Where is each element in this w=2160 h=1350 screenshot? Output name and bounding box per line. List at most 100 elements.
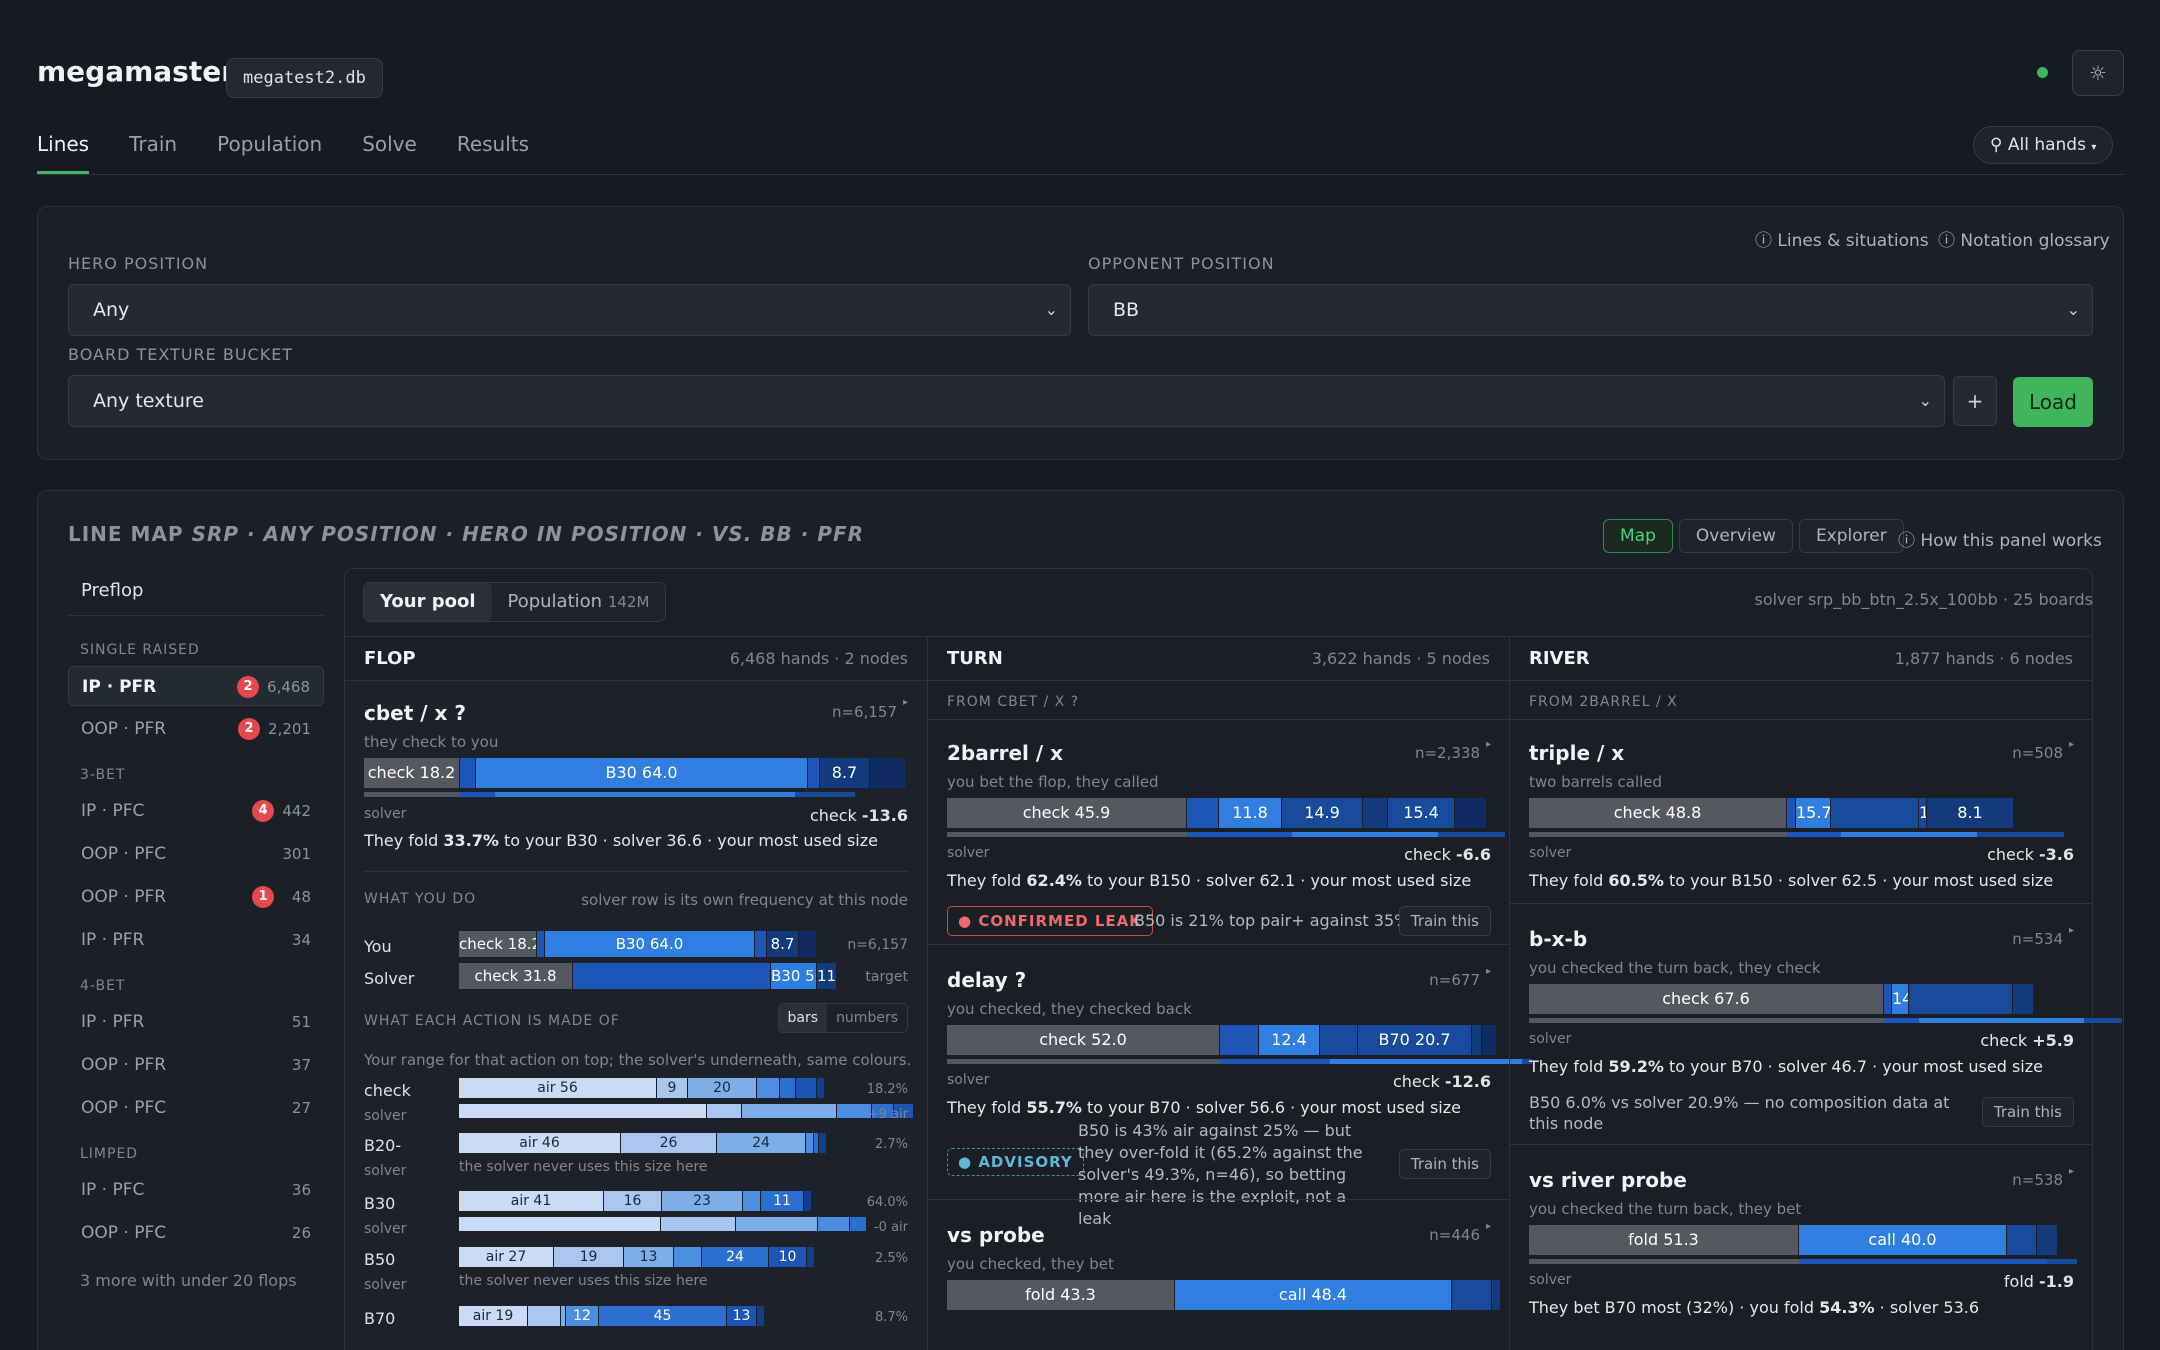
sidebar-item[interactable]: OOP · PFR 37 [68,1045,324,1085]
sidebar-item[interactable]: IP · PFR 51 [68,1002,324,1042]
composition-segment[interactable]: air 19 [459,1306,528,1326]
view-explorer-button[interactable]: Explorer [1798,519,1904,553]
view-overview-button[interactable]: Overview [1678,519,1793,553]
tab-train[interactable]: Train [129,132,177,174]
bar-segment[interactable]: 8.7 [767,931,799,957]
composition-segment[interactable]: 16 [604,1191,662,1211]
hero-position-select[interactable]: Any ⌄ [68,284,1071,336]
bar-segment[interactable] [2037,1225,2058,1255]
sidebar-item[interactable]: OOP · PFR 2 2,201 [68,709,324,749]
bar-segment[interactable]: check 18.2 [459,931,537,957]
tab-results[interactable]: Results [457,132,529,174]
bars-toggle[interactable]: bars [778,1004,828,1032]
tab-lines[interactable]: Lines [37,132,90,174]
sidebar-item[interactable]: IP · PFC 36 [68,1170,324,1210]
bar-segment[interactable] [1884,984,1892,1014]
load-button[interactable]: Load [2013,377,2093,427]
bar-segment[interactable] [1363,798,1388,828]
composition-segment[interactable]: 13 [727,1306,757,1326]
your-pool-toggle[interactable]: Your pool [364,583,492,621]
lines-situations-link[interactable]: ⓘ Lines & situations [1755,226,1929,251]
bar-segment[interactable]: call 40.0 [1799,1225,2007,1255]
bar-segment[interactable]: fold 51.3 [1529,1225,1799,1255]
bar-segment[interactable] [1220,1025,1259,1055]
train-this-button[interactable]: Train this [1981,1097,2074,1127]
numbers-toggle[interactable]: numbers [827,1004,907,1032]
bar-segment[interactable]: check 67.6 [1529,984,1884,1014]
sidebar-preflop[interactable]: Preflop [68,568,324,616]
bar-segment[interactable] [1320,1025,1358,1055]
population-toggle[interactable]: Population 142M [492,583,666,621]
composition-segment[interactable]: 11 [761,1191,804,1211]
sidebar-item[interactable]: OOP · PFR 1 48 [68,877,324,917]
bar-segment[interactable]: 14.2 [1892,984,1909,1014]
bar-segment[interactable]: 14.9 [1282,798,1363,828]
all-hands-filter[interactable]: ⚲ All hands ▾ [1973,126,2114,164]
add-filter-button[interactable]: + [1953,376,1997,426]
bar-segment[interactable]: check 52.0 [947,1025,1220,1055]
bar-segment[interactable]: 15.9 [1919,798,1927,828]
bar-segment[interactable]: 15.4 [1388,798,1455,828]
bar-segment[interactable] [1909,984,2013,1014]
composition-segment[interactable]: air 56 [459,1078,657,1098]
sidebar-item[interactable]: IP · PFC 4 442 [68,791,324,831]
bar-segment[interactable]: check 31.8 [459,963,573,989]
sidebar-item[interactable]: OOP · PFC 301 [68,834,324,874]
bar-segment[interactable]: 11.8 [817,963,837,989]
sidebar-item[interactable]: OOP · PFC 26 [68,1213,324,1253]
bar-segment[interactable] [1831,798,1919,828]
bar-segment[interactable]: call 48.4 [1175,1280,1452,1310]
bar-segment[interactable]: 12.4 [1259,1025,1320,1055]
bar-segment[interactable] [1472,1025,1482,1055]
bar-segment[interactable]: 15.7 [1796,798,1831,828]
bar-segment[interactable]: check 45.9 [947,798,1187,828]
bar-segment[interactable]: check 48.8 [1529,798,1787,828]
bar-segment[interactable] [460,758,476,788]
bar-segment[interactable] [2007,1225,2037,1255]
bar-segment[interactable] [1787,798,1796,828]
composition-segment[interactable]: 9 [657,1078,688,1098]
composition-segment[interactable] [674,1247,702,1267]
bar-segment[interactable] [799,931,817,957]
composition-segment[interactable]: 24 [717,1133,806,1153]
tab-solve[interactable]: Solve [362,132,417,174]
bar-segment[interactable]: check 18.2 [364,758,460,788]
sidebar-item[interactable]: IP · PFR 34 [68,920,324,960]
composition-segment[interactable]: 12 [566,1306,599,1326]
bar-segment[interactable] [1452,1280,1492,1310]
theme-toggle-button[interactable]: ☼ [2072,50,2124,96]
composition-segment[interactable] [528,1306,561,1326]
train-this-button[interactable]: Train this [1398,906,1491,936]
bar-segment[interactable] [1187,798,1219,828]
notation-glossary-link[interactable]: ⓘ Notation glossary [1938,226,2110,251]
bar-segment[interactable]: fold 43.3 [947,1280,1175,1310]
bar-segment[interactable]: 8.7 [820,758,870,788]
bar-segment[interactable]: 11.8 [1219,798,1282,828]
composition-segment[interactable]: 20 [688,1078,757,1098]
composition-segment[interactable]: air 27 [459,1247,554,1267]
composition-segment[interactable] [806,1133,814,1153]
board-texture-select[interactable]: Any texture ⌄ [68,375,1945,427]
composition-segment[interactable] [780,1078,796,1098]
composition-segment[interactable]: air 46 [459,1133,621,1153]
train-this-button[interactable]: Train this [1398,1149,1491,1179]
bar-segment[interactable] [1455,798,1487,828]
composition-segment[interactable]: air 41 [459,1191,604,1211]
how-panel-works-link[interactable]: ⓘ How this panel works [1898,526,2102,551]
sidebar-item[interactable]: IP · PFR 2 6,468 [68,666,324,706]
composition-segment[interactable]: 26 [621,1133,717,1153]
database-chip[interactable]: megatest2.db [226,58,383,98]
composition-segment[interactable] [757,1078,780,1098]
bar-segment[interactable]: 8.1 [1927,798,2014,828]
bar-segment[interactable]: B30 64.0 [545,931,755,957]
composition-segment[interactable] [796,1078,817,1098]
bar-segment[interactable] [537,931,545,957]
composition-segment[interactable]: 19 [554,1247,624,1267]
bar-segment[interactable] [870,758,907,788]
opponent-position-select[interactable]: BB ⌄ [1088,284,2093,336]
bar-segment[interactable] [1482,1025,1497,1055]
bar-segment[interactable]: B70 20.7 [1358,1025,1472,1055]
composition-segment[interactable]: 10 [769,1247,807,1267]
bar-segment[interactable] [2013,984,2034,1014]
bar-segment[interactable] [755,931,767,957]
